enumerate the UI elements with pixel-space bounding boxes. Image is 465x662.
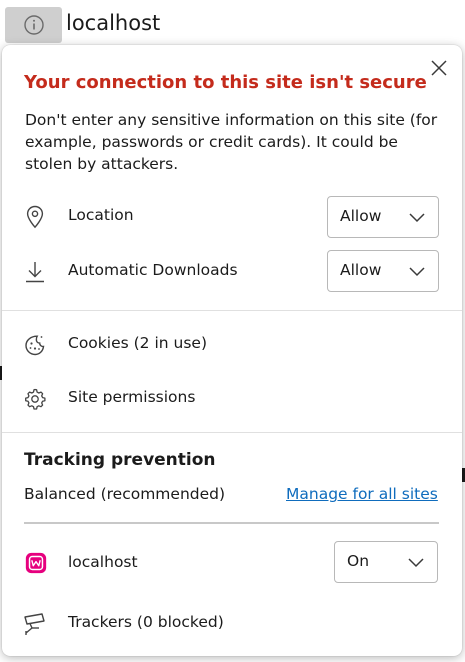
camera-icon xyxy=(24,613,45,635)
connection-warning-title: Your connection to this site isn't secur… xyxy=(24,72,427,93)
site-tracking-select[interactable]: On xyxy=(334,541,438,583)
section-divider xyxy=(2,432,462,433)
url-text[interactable]: localhost xyxy=(66,11,160,35)
chevron-down-icon xyxy=(408,558,424,568)
cookie-icon xyxy=(25,335,45,356)
site-permissions-row[interactable]: Site permissions xyxy=(2,378,462,418)
connection-warning-description: Don't enter any sensitive information on… xyxy=(25,111,438,173)
trackers-row[interactable]: Trackers (0 blocked) xyxy=(2,603,462,643)
tracking-prevention-title: Tracking prevention xyxy=(24,450,216,470)
site-info-flyout: Your connection to this site isn't secur… xyxy=(2,45,462,656)
address-bar: localhost xyxy=(0,0,465,50)
site-tracking-label: localhost xyxy=(68,553,138,571)
info-circle-icon xyxy=(23,15,44,35)
select-value: On xyxy=(347,552,370,570)
manage-for-all-sites-link[interactable]: Manage for all sites xyxy=(286,485,438,503)
tracking-divider xyxy=(24,522,439,524)
tracking-level-text: Balanced (recommended) xyxy=(24,485,226,503)
wampserver-icon xyxy=(25,552,47,574)
chevron-down-icon xyxy=(409,267,425,277)
gear-icon xyxy=(25,388,46,410)
download-icon xyxy=(26,262,44,283)
permission-label: Automatic Downloads xyxy=(68,261,238,279)
select-value: Allow xyxy=(340,207,382,225)
location-permission-select[interactable]: Allow xyxy=(327,196,439,238)
cookies-row[interactable]: Cookies (2 in use) xyxy=(2,324,462,364)
automatic-downloads-permission-select[interactable]: Allow xyxy=(327,250,439,292)
trackers-label: Trackers (0 blocked) xyxy=(68,613,224,631)
select-value: Allow xyxy=(340,261,382,279)
site-info-button[interactable] xyxy=(5,7,62,43)
chevron-down-icon xyxy=(409,213,425,223)
location-pin-icon xyxy=(26,205,44,229)
site-permissions-label: Site permissions xyxy=(68,388,196,406)
cookies-label: Cookies (2 in use) xyxy=(68,334,207,352)
section-divider xyxy=(2,310,462,311)
close-icon[interactable] xyxy=(428,57,450,79)
permission-label: Location xyxy=(68,206,134,224)
